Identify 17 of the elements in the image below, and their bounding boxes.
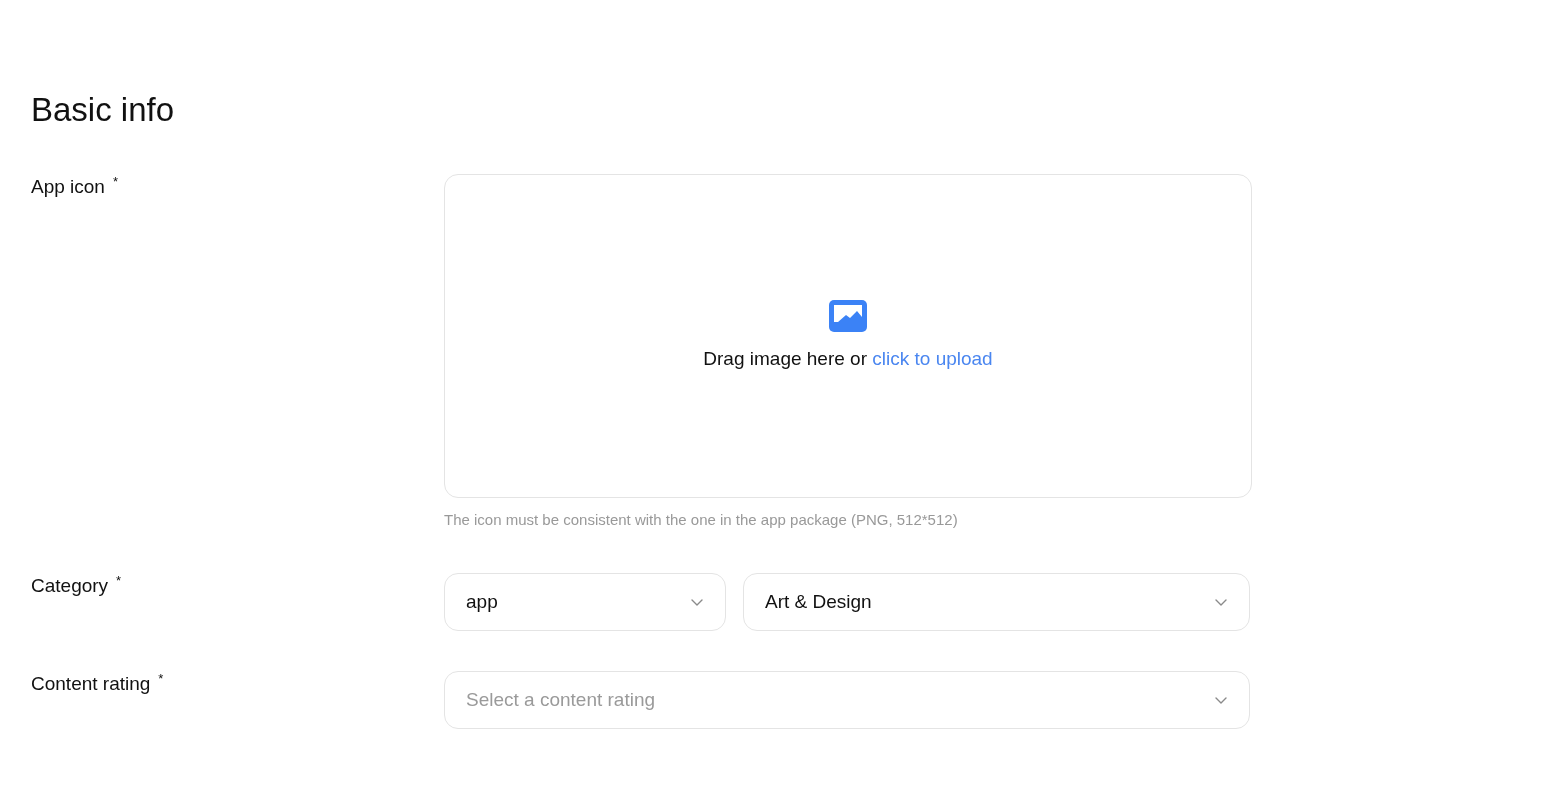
dropdown-select[interactable]: Art & Design [743,573,1250,631]
field-label: App icon [31,175,105,199]
required-mark: * [158,671,164,687]
required-mark: * [116,573,122,589]
section-title: Basic info [31,90,175,130]
chevron-down-icon [1215,696,1227,704]
field-label: Content rating [31,672,151,696]
chevron-down-icon [1215,598,1227,606]
upload-prompt: Drag image here or click to upload [703,346,993,371]
upload-dropzone[interactable]: Drag image here or click to upload [444,174,1252,498]
field-label: Category [31,574,109,598]
chevron-down-icon [691,598,703,606]
dropdown-select[interactable]: app [444,573,726,631]
required-mark: * [112,174,118,190]
upload-link[interactable]: click to upload [872,347,993,369]
image-icon [829,299,867,332]
hint-text: The icon must be consistent with the one in the app package (PNG, 512*512) [444,510,958,530]
